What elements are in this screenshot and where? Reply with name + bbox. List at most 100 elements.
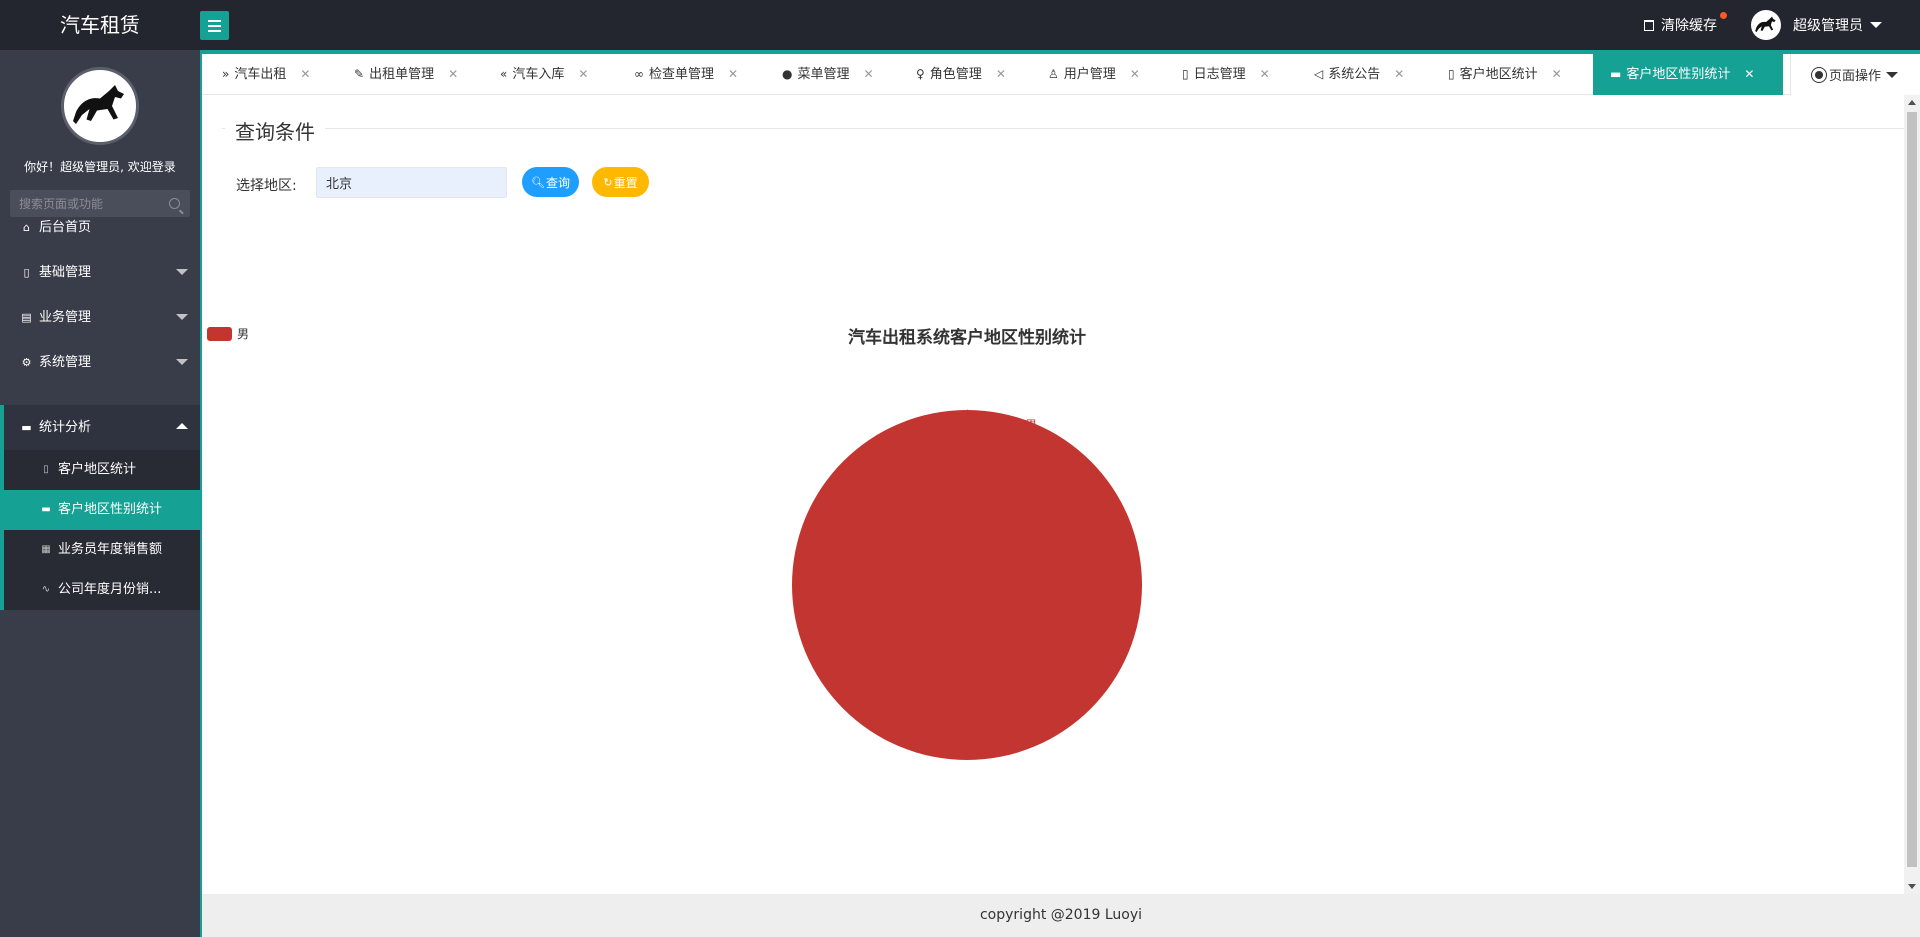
- note-icon: ▯: [1182, 67, 1189, 81]
- doc-icon: ▯: [43, 464, 49, 475]
- sidebar-item-system[interactable]: ⚙ 系统管理: [0, 340, 200, 385]
- tab-label: 系统公告: [1328, 67, 1381, 82]
- trash-icon: [1644, 19, 1654, 31]
- sidebar-submenu-stats: ▯ 客户地区统计 ▬ 客户地区性别统计 ▦ 业务员年度销售额 ∿ 公司年度月份销…: [0, 450, 200, 610]
- sidebar-subitem-region[interactable]: ▯ 客户地区统计: [4, 450, 200, 490]
- sidebar-item-label: 统计分析: [39, 420, 92, 435]
- sidebar-item-basic[interactable]: ▯ 基础管理: [0, 250, 200, 295]
- user-name: 超级管理员: [1793, 18, 1863, 34]
- tab-label: 检查单管理: [649, 67, 715, 82]
- close-icon[interactable]: ✕: [578, 54, 588, 95]
- book-icon: ▤: [21, 311, 32, 324]
- top-header: 汽车租赁 清除缓存 超级管理员: [0, 0, 1920, 50]
- tab-region-gender-stats[interactable]: ▬ 客户地区性别统计 ✕: [1593, 54, 1783, 95]
- footer: copyright @2019 Luoyi: [202, 894, 1920, 937]
- home-icon: ⌂: [23, 221, 30, 234]
- page-operations-label: 页面操作: [1829, 69, 1882, 84]
- region-input[interactable]: [316, 167, 507, 198]
- chart-icon: ▬: [1610, 67, 1622, 81]
- close-icon[interactable]: ✕: [996, 54, 1006, 95]
- edit-icon: ✎: [354, 67, 365, 81]
- sidebar-item-label: 后台首页: [39, 220, 92, 235]
- region-label: 选择地区:: [236, 178, 297, 194]
- sidebar-subitem-label: 客户地区统计: [58, 462, 137, 477]
- tab-car-rent[interactable]: » 汽车出租 ✕: [222, 54, 310, 95]
- sidebar-item-business[interactable]: ▤ 业务管理: [0, 295, 200, 340]
- tab-label: 客户地区统计: [1459, 67, 1538, 82]
- tab-car-return[interactable]: « 汽车入库 ✕: [500, 54, 588, 95]
- search-icon: 🔍︎: [531, 175, 545, 189]
- sidebar-item-label: 系统管理: [39, 355, 92, 370]
- close-icon[interactable]: ✕: [1744, 54, 1754, 95]
- scroll-thumb[interactable]: [1907, 112, 1917, 867]
- tab-roles[interactable]: ♀ 角色管理 ✕: [916, 54, 1006, 95]
- sidebar-subitem-label: 公司年度月份销...: [58, 582, 162, 597]
- sidebar-item-label: 基础管理: [39, 265, 92, 280]
- binoculars-icon: ∞: [634, 67, 644, 81]
- close-icon[interactable]: ✕: [1260, 54, 1270, 95]
- legend-label[interactable]: 男: [237, 327, 249, 341]
- tab-logs[interactable]: ▯ 日志管理 ✕: [1182, 54, 1270, 95]
- tab-label: 日志管理: [1193, 67, 1246, 82]
- legend-swatch[interactable]: [207, 327, 232, 341]
- sidebar-item-stats[interactable]: ▬ 统计分析: [0, 405, 200, 450]
- tab-notices[interactable]: ◁ 系统公告 ✕: [1314, 54, 1404, 95]
- circle-menu-icon: ●: [782, 67, 793, 81]
- close-icon[interactable]: ✕: [1130, 54, 1140, 95]
- chevron-up-icon: [176, 423, 188, 429]
- notification-dot: [1720, 12, 1727, 19]
- clear-cache-button[interactable]: 清除缓存: [1644, 12, 1727, 35]
- file-icon: ▯: [23, 266, 30, 279]
- tab-menus[interactable]: ● 菜单管理 ✕: [782, 54, 874, 95]
- query-button[interactable]: 🔍︎ 查询: [522, 167, 579, 197]
- sidebar-item-label: 业务管理: [39, 310, 92, 325]
- refresh-icon: ↻: [603, 175, 613, 189]
- tab-inspections[interactable]: ∞ 检查单管理 ✕: [634, 54, 738, 95]
- tab-bar: » 汽车出租 ✕ ✎ 出租单管理 ✕ « 汽车入库 ✕ ∞ 检查单管理 ✕ ● …: [202, 54, 1920, 95]
- main-content: 查询条件 选择地区: 🔍︎ 查询 ↻ 重置 汽车出租系统客户地区性别统计男男: [202, 95, 1904, 894]
- hamburger-icon[interactable]: [200, 11, 229, 40]
- chart-title: 汽车出租系统客户地区性别统计: [848, 327, 1086, 348]
- tab-label: 菜单管理: [797, 67, 850, 82]
- page-operations-dropdown[interactable]: 页面操作: [1790, 54, 1920, 95]
- clear-cache-label: 清除缓存: [1661, 18, 1717, 34]
- sidebar-avatar: [61, 67, 139, 145]
- double-left-icon: «: [500, 67, 508, 81]
- chevron-down-icon: [176, 269, 188, 275]
- user-menu[interactable]: 超级管理员: [1751, 10, 1882, 40]
- tab-region-stats[interactable]: ▯ 客户地区统计 ✕: [1448, 54, 1562, 95]
- chevron-down-icon: [1886, 71, 1899, 78]
- close-icon[interactable]: ✕: [448, 54, 458, 95]
- pie-slice-label: 男: [1025, 418, 1037, 432]
- close-icon[interactable]: ✕: [1552, 54, 1562, 95]
- chevron-down-icon: [176, 359, 188, 365]
- close-icon[interactable]: ✕: [1394, 54, 1404, 95]
- close-icon[interactable]: ✕: [728, 54, 738, 95]
- fieldset-divider: [222, 128, 1904, 129]
- scrollbar[interactable]: [1904, 95, 1920, 894]
- pie-slice[interactable]: [792, 410, 1142, 760]
- sidebar-subitem-sales[interactable]: ▦ 业务员年度销售额: [4, 530, 200, 570]
- tab-users[interactable]: ♙ 用户管理 ✕: [1048, 54, 1140, 95]
- close-icon[interactable]: ✕: [300, 54, 310, 95]
- scroll-up-icon[interactable]: [1908, 100, 1916, 105]
- sidebar-subitem-monthly[interactable]: ∿ 公司年度月份销...: [4, 570, 200, 610]
- tab-label: 用户管理: [1063, 67, 1116, 82]
- tab-rent-orders[interactable]: ✎ 出租单管理 ✕: [354, 54, 458, 95]
- query-button-label: 查询: [545, 175, 570, 190]
- avatar: [1751, 10, 1781, 40]
- chevron-down-icon: [176, 314, 188, 320]
- close-icon[interactable]: ✕: [864, 54, 874, 95]
- sidebar-subitem-region-gender[interactable]: ▬ 客户地区性别统计: [4, 490, 200, 530]
- tab-label: 出租单管理: [369, 67, 435, 82]
- reset-button-label: 重置: [613, 175, 638, 190]
- app-logo-title: 汽车租赁: [60, 13, 140, 37]
- sidebar-item-home[interactable]: ⌂ 后台首页: [0, 205, 200, 250]
- welcome-text: 你好！超级管理员, 欢迎登录: [24, 160, 176, 174]
- gear-icon: ⚙: [21, 356, 32, 369]
- users-icon: ♙: [1048, 67, 1059, 81]
- tab-label: 汽车出租: [234, 67, 287, 82]
- target-icon: [1811, 66, 1827, 83]
- reset-button[interactable]: ↻ 重置: [592, 167, 649, 197]
- scroll-down-icon[interactable]: [1908, 884, 1916, 889]
